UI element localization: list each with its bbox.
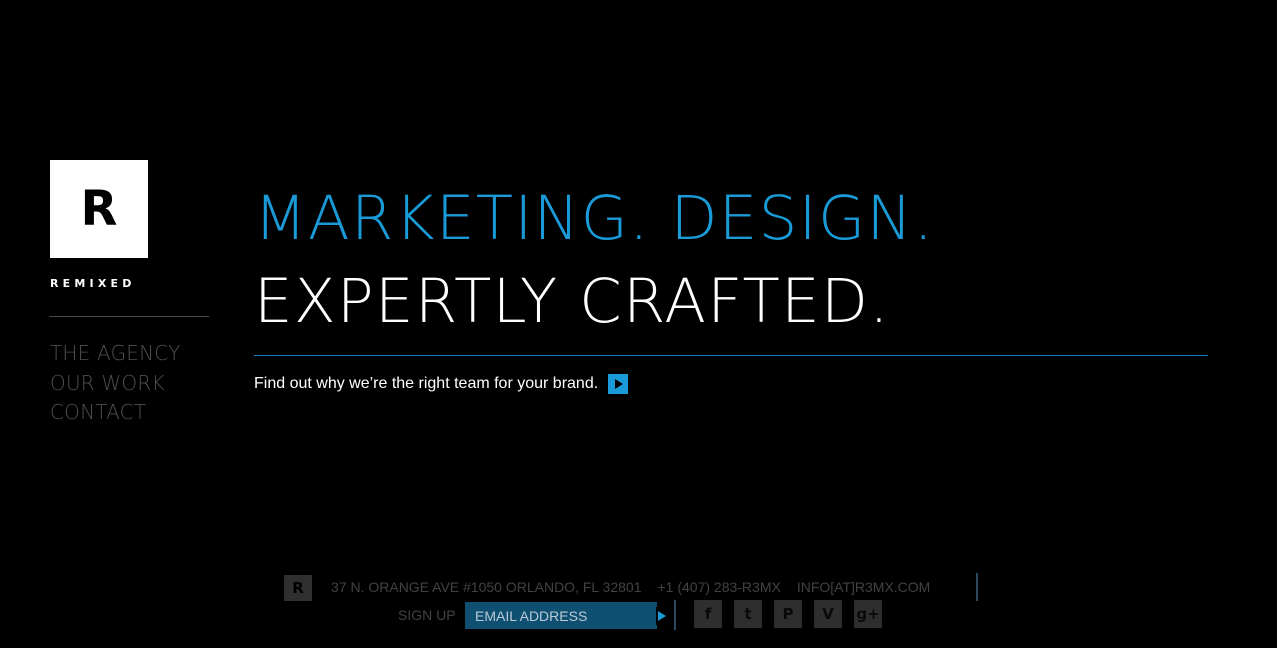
logo[interactable]: R xyxy=(50,160,148,258)
pinterest-glyph: P xyxy=(782,605,794,623)
logo-wordmark: REMIXED xyxy=(50,277,136,290)
hero-divider xyxy=(254,355,1208,356)
footer-phone[interactable]: +1 (407) 283-R3MX xyxy=(657,579,780,595)
twitter-icon[interactable]: t xyxy=(734,600,762,628)
footer-contact-info: 37 N. ORANGE AVE #1050 ORLANDO, FL 32801… xyxy=(331,579,946,595)
page: R REMIXED THE AGENCY OUR WORK CONTACT MA… xyxy=(0,0,1277,648)
footer-address: 37 N. ORANGE AVE #1050 ORLANDO, FL 32801 xyxy=(331,579,642,595)
hero-tagline-row: Find out why we’re the right team for yo… xyxy=(254,374,629,394)
email-input[interactable] xyxy=(465,602,656,629)
nav-item-our-work[interactable]: OUR WORK xyxy=(50,369,181,399)
pinterest-icon[interactable]: P xyxy=(774,600,802,628)
nav-item-contact[interactable]: CONTACT xyxy=(50,398,181,428)
footer-logo[interactable]: R xyxy=(284,575,312,601)
nav-item-the-agency[interactable]: THE AGENCY xyxy=(50,339,181,369)
hero-headline-line2: EXPERTLY CRAFTED. xyxy=(254,266,890,337)
sidebar-divider xyxy=(49,316,209,317)
footer-email[interactable]: INFO[AT]R3MX.COM xyxy=(797,579,931,595)
signup-submit-button[interactable] xyxy=(656,606,666,625)
arrow-right-icon xyxy=(658,610,666,621)
play-icon xyxy=(615,379,624,389)
main-nav: THE AGENCY OUR WORK CONTACT xyxy=(50,339,181,428)
vimeo-icon[interactable]: V xyxy=(814,600,842,628)
hero-headline-line1: MARKETING. DESIGN. xyxy=(254,183,935,254)
footer-divider-bottom xyxy=(674,600,676,630)
twitter-glyph: t xyxy=(744,605,752,623)
signup-form xyxy=(465,602,666,629)
footer-logo-letter: R xyxy=(292,579,304,597)
logo-letter: R xyxy=(80,181,118,237)
footer-divider-top xyxy=(976,573,978,601)
google-plus-icon[interactable]: g+ xyxy=(854,600,882,628)
google-plus-glyph: g+ xyxy=(856,605,880,623)
facebook-icon[interactable]: f xyxy=(694,600,722,628)
signup-label: SIGN UP xyxy=(398,607,456,623)
vimeo-glyph: V xyxy=(822,605,834,623)
hero-tagline[interactable]: Find out why we’re the right team for yo… xyxy=(254,375,598,393)
play-button[interactable] xyxy=(608,374,629,394)
facebook-glyph: f xyxy=(704,605,712,623)
